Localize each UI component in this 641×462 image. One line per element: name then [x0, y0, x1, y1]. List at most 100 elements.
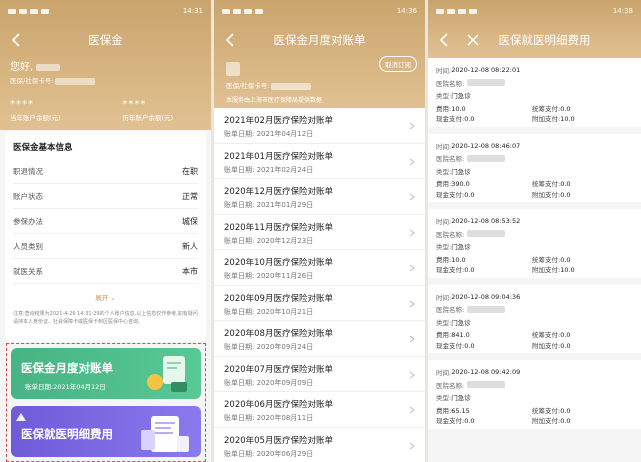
info-row: 就医关系 本市: [13, 259, 198, 284]
time-label: 时间:: [436, 293, 452, 302]
statement-row[interactable]: 2021年02月医疗保险对账单 账单日期: 2021年04月12日: [214, 108, 425, 144]
status-time: 14:31: [182, 7, 203, 15]
statement-date: 账单日期: 2020年10月21日: [224, 307, 314, 316]
record-time: 2020-12-08 08:53:52: [451, 217, 521, 226]
page-title: 医保金月度对账单: [273, 33, 366, 47]
statement-title: 2020年08月医疗保险对账单: [224, 329, 333, 339]
back-icon[interactable]: [10, 32, 22, 48]
nav-bar: 医保金月度对账单: [214, 22, 425, 58]
fee-label: 费用:: [436, 180, 452, 189]
fund-info-card: 医保金基本信息 职退情况 在职 账户状态 正常 参保办法 城保 人员类别 新人 就医关系…: [5, 131, 206, 342]
statement-row[interactable]: 2020年10月医疗保险对账单 账单日期: 2020年11月26日: [214, 250, 425, 286]
record-pool: 0.0: [560, 104, 571, 113]
statement-row[interactable]: 2020年12月医疗保险对账单 账单日期: 2021年01月29日: [214, 179, 425, 215]
chevron-right-icon: [409, 158, 415, 165]
statement-date: 账单日期: 2021年01月29日: [224, 201, 314, 209]
record-time: 2020-12-08 09:04:36: [451, 292, 521, 301]
masked-hospital: [467, 230, 506, 238]
time-label: 时间:: [436, 67, 452, 76]
statement-row[interactable]: 2020年11月医疗保险对账单 账单日期: 2020年12月23日: [214, 214, 425, 250]
statement-title: 2020年05月医疗保险对账单: [224, 435, 333, 446]
extra-label: 附加支付:: [532, 266, 561, 275]
expand-button[interactable]: 展开 ⌄: [5, 292, 206, 302]
page-title: 医保就医明细费用: [498, 33, 591, 47]
insurance-fund-screen: 14:31 医保金 您好, 医保/社保卡号: **** 当年账户余额(元) **…: [0, 0, 211, 462]
statement-date: 账单日期: 2020年12月23日: [224, 236, 314, 245]
record-fee: 65.15: [451, 406, 470, 415]
pool-label: 统筹支付:: [532, 331, 561, 340]
record-type: 门急诊: [451, 243, 471, 252]
record-type: 门急诊: [451, 92, 471, 101]
statement-date: 账单日期: 2020年08月11日: [224, 414, 314, 422]
statement-title: 2021年01月医疗保险对账单: [224, 151, 333, 162]
statement-title: 2020年07月医疗保险对账单: [224, 364, 333, 375]
back-icon[interactable]: [224, 32, 236, 48]
fund-header: 14:31 医保金 您好, 医保/社保卡号: **** 当年账户余额(元) **…: [0, 0, 211, 130]
expense-record: 时间: 2020-12-08 09:04:36 医院名称: 类型: 门急诊 费用:841.…: [428, 284, 641, 353]
pool-label: 统筹支付:: [532, 406, 561, 415]
record-fee: 10.0: [451, 255, 466, 264]
monthly-statement-card[interactable]: 医保金月度对账单 账单日期:2021年04月12日: [11, 348, 201, 399]
masked-hospital: [467, 154, 506, 162]
chevron-right-icon: [409, 264, 415, 272]
medical-detail-card[interactable]: 医保就医明细费用: [11, 406, 201, 457]
time-label: 时间:: [436, 218, 452, 227]
statement-row[interactable]: 2020年08月医疗保险对账单 账单日期: 2020年09月24日: [214, 321, 425, 357]
statement-row[interactable]: 2021年01月医疗保险对账单 账单日期: 2021年02月24日: [214, 143, 425, 179]
chevron-right-icon: [409, 193, 415, 201]
chevron-right-icon: [409, 122, 415, 130]
record-pool: 0.0: [560, 180, 571, 189]
pool-label: 统筹支付:: [532, 180, 561, 189]
record-pool: 0.0: [560, 255, 571, 264]
masked-hospital: [467, 305, 506, 313]
person-icon: [16, 413, 26, 421]
status-bar: 14:38: [428, 0, 641, 22]
cash-label: 现金支付:: [436, 417, 465, 426]
pool-label: 统筹支付:: [532, 255, 561, 264]
expense-record: 时间: 2020-12-08 08:22:01 医院名称: 类型: 门急诊 费用:10.0…: [428, 58, 641, 127]
type-label: 类型:: [436, 92, 452, 101]
medical-detail-screen: 14:38 医保就医明细费用 时间: 2020-12-08 08:22:01 医院名…: [428, 0, 641, 462]
statement-date: 账单日期: 2020年06月29日: [224, 449, 314, 458]
hospital-label: 医院名称:: [436, 230, 465, 239]
greeting: 您好,: [10, 58, 201, 73]
query-note: 注意:查询结果为2021-4-26 14:31:29的个人账户信息,以上信息仅作…: [13, 311, 198, 325]
statement-date: 账单日期: 2020年09月09日: [224, 378, 314, 387]
statement-row[interactable]: 2020年06月医疗保险对账单 账单日期: 2020年08月11日: [214, 392, 425, 428]
cancel-subscription-button[interactable]: 取消订阅: [379, 56, 417, 72]
record-cash: 0.0: [464, 266, 475, 275]
statement-date: 账单日期: 2021年02月24日: [224, 165, 314, 174]
cash-label: 现金支付:: [436, 341, 465, 350]
statement-date: 账单日期: 2020年09月24日: [224, 343, 314, 351]
record-extra: 10.0: [560, 115, 575, 124]
fee-label: 费用:: [436, 255, 452, 264]
record-cash: 0.0: [464, 341, 475, 350]
masked-hospital: [467, 79, 506, 87]
info-heading: 医保金基本信息: [13, 143, 73, 153]
statement-title: 2020年09月医疗保险对账单: [224, 293, 333, 304]
statement-row[interactable]: 2020年07月医疗保险对账单 账单日期: 2020年09月09日: [214, 356, 425, 392]
record-fee: 390.0: [451, 180, 470, 189]
expense-record: 时间: 2020-12-08 08:46:07 医院名称: 类型: 门急诊 费用:390.…: [428, 133, 641, 202]
close-icon[interactable]: [466, 32, 480, 48]
statement-row[interactable]: 2020年09月医疗保险对账单 账单日期: 2020年10月21日: [214, 285, 425, 321]
chevron-right-icon: [409, 335, 415, 343]
statement-header: 14:36 医保金月度对账单 取消订阅 医保/社保卡号: 本服务由上海市医疗保障…: [214, 0, 425, 108]
extra-label: 附加支付:: [532, 190, 561, 199]
record-extra: 0.0: [560, 417, 571, 426]
cash-label: 现金支付:: [436, 190, 465, 199]
fee-label: 费用:: [436, 331, 452, 340]
chevron-right-icon: [409, 406, 415, 414]
chevron-right-icon: [409, 442, 415, 449]
statement-title: 2020年12月医疗保险对账单: [224, 187, 333, 197]
nav-bar: 医保就医明细费用: [428, 22, 641, 58]
statement-title: 2020年06月医疗保险对账单: [224, 400, 333, 410]
back-icon[interactable]: [438, 32, 450, 48]
record-extra: 10.0: [560, 266, 575, 275]
current-balance: **** 当年账户余额(元): [10, 99, 61, 122]
status-time: 14:36: [396, 7, 417, 15]
record-pool: 0.0: [560, 406, 571, 415]
nav-bar: 医保金: [0, 22, 211, 58]
screenshot-collage: 14:31 医保金 您好, 医保/社保卡号: **** 当年账户余额(元) **…: [0, 0, 641, 462]
statement-row[interactable]: 2020年05月医疗保险对账单 账单日期: 2020年06月29日: [214, 427, 425, 462]
